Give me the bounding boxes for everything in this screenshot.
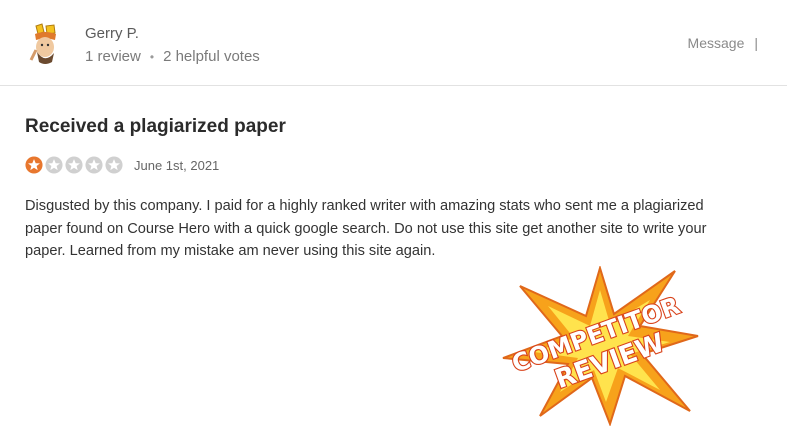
review-date: June 1st, 2021: [134, 157, 220, 173]
star-empty-icon: [65, 156, 83, 174]
review-title[interactable]: Received a plagiarized paper: [25, 116, 286, 138]
cartoon-avatar-icon[interactable]: [22, 20, 68, 66]
message-button[interactable]: Message |: [688, 35, 758, 51]
reviewer-header: Gerry P. 1 review • 2 helpful votes Mess…: [0, 0, 787, 86]
rating-row: June 1st, 2021: [25, 156, 219, 174]
message-label[interactable]: Message: [688, 35, 745, 51]
reviewer-name[interactable]: Gerry P.: [85, 25, 139, 42]
meta-separator: •: [149, 49, 155, 64]
star-empty-icon: [85, 156, 103, 174]
star-empty-icon: [105, 156, 123, 174]
action-divider: |: [754, 35, 758, 51]
review-body: Disgusted by this company. I paid for a …: [25, 198, 707, 259]
reviewer-stats: 1 review • 2 helpful votes: [85, 48, 260, 65]
star-filled-icon: [25, 156, 43, 174]
star-rating: [25, 156, 123, 174]
helpful-votes: 2 helpful votes: [163, 48, 260, 65]
star-empty-icon: [45, 156, 63, 174]
review-count: 1 review: [85, 48, 141, 65]
competitor-review-stamp: COMPETITOR REVIEW: [502, 266, 699, 426]
